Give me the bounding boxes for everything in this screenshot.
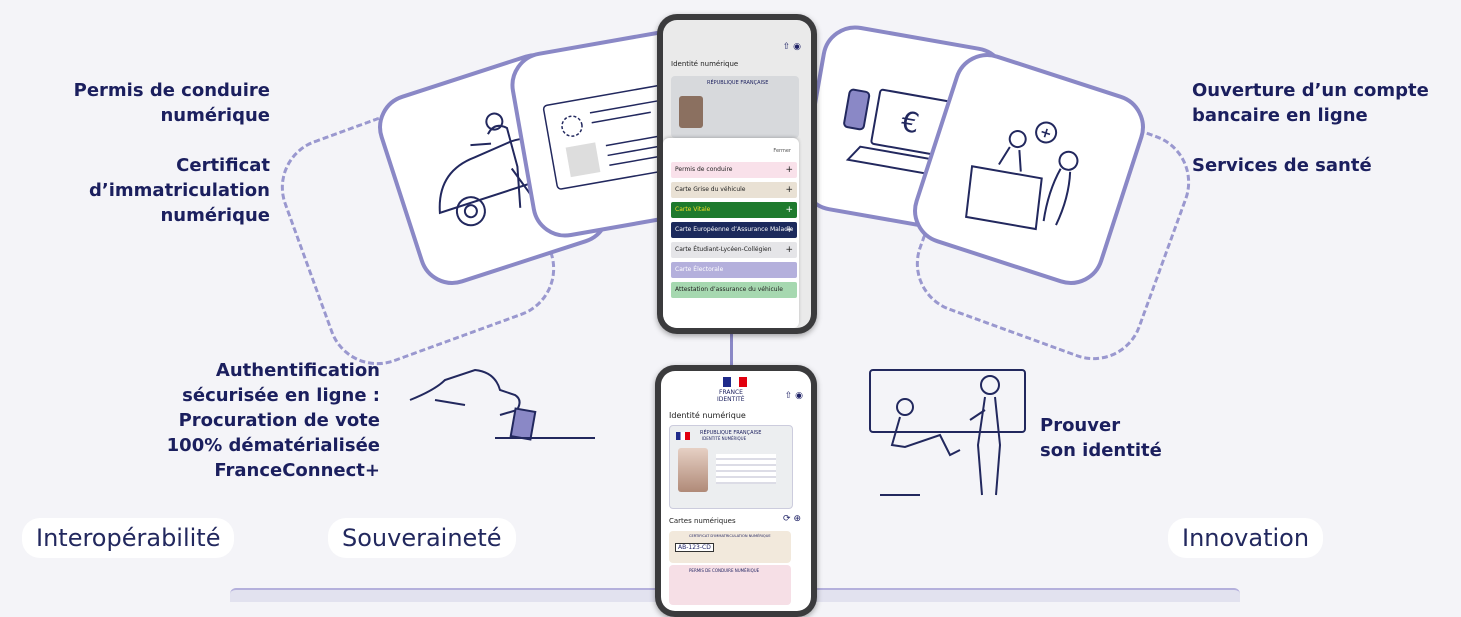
add-icon[interactable]: + xyxy=(785,162,793,178)
add-icon[interactable]: + xyxy=(785,242,793,258)
item-label: Permis de conduire xyxy=(675,166,733,173)
label-authentification: Authentification sécurisée en ligne : Pr… xyxy=(140,358,380,483)
phone-bottom-screen: FRANCE IDENTITÉ ⇧ ◉ Identité numérique R… xyxy=(661,371,811,611)
refresh-icon[interactable]: ⟳ ⊕ xyxy=(783,514,801,524)
bottom-phone-title: Identité numérique xyxy=(669,411,746,420)
add-icon[interactable]: + xyxy=(785,182,793,198)
wallet-panel: Fermer Permis de conduire + Carte Grise d… xyxy=(663,138,799,328)
auth-line-3: Procuration de vote xyxy=(178,410,380,431)
item-carte-vitale[interactable]: Carte Vitale + xyxy=(671,202,797,218)
item-assurance[interactable]: Attestation d’assurance du véhicule xyxy=(671,282,797,298)
card-permis-label: PERMIS DE CONDUIRE NUMÉRIQUE xyxy=(689,568,760,573)
item-label: Carte Électorale xyxy=(675,266,724,273)
settings-icon[interactable]: ⇧ ◉ xyxy=(785,391,803,401)
ouverture-line-1: Ouverture d’un compte xyxy=(1192,80,1429,101)
top-phone-title: Identité numérique xyxy=(671,60,739,68)
id-photo xyxy=(678,448,708,492)
item-ceam[interactable]: Carte Européenne d’Assurance Maladie + xyxy=(671,222,797,238)
ouverture-line-2: bancaire en ligne xyxy=(1192,105,1368,126)
id-lines xyxy=(716,454,776,484)
brand-line-1: FRANCE xyxy=(719,389,743,396)
identity-check-icon xyxy=(869,369,1026,496)
item-label: Carte Vitale xyxy=(675,206,711,213)
auth-line-4: 100% dématérialisée xyxy=(166,435,380,456)
phone-top-screen: ⇧ ◉ Identité numérique RÉPUBLIQUE FRANÇA… xyxy=(663,20,811,328)
id-header-2: IDENTITÉ NUMÉRIQUE xyxy=(702,436,747,441)
pill-innovation: Innovation xyxy=(1168,518,1324,558)
vote-hand-icon xyxy=(409,368,595,441)
item-electorale[interactable]: Carte Électorale xyxy=(671,262,797,278)
bottom-id-card[interactable]: RÉPUBLIQUE FRANÇAISE IDENTITÉ NUMÉRIQUE xyxy=(669,425,793,509)
plate-number: AB-123-CD xyxy=(675,543,714,552)
certificat-line-3: numérique xyxy=(160,205,270,226)
panel-close[interactable]: Fermer xyxy=(773,148,791,154)
label-permis: Permis de conduire numérique xyxy=(40,78,270,128)
add-icon[interactable]: + xyxy=(785,202,793,218)
id-header: RÉPUBLIQUE FRANÇAISE xyxy=(707,80,769,86)
share-icon[interactable]: ⇧ ◉ xyxy=(783,42,801,52)
item-label: Carte Européenne d’Assurance Maladie xyxy=(675,226,794,233)
certificat-line-1: Certificat xyxy=(176,155,270,176)
euro-glyph: € xyxy=(898,105,921,141)
certificat-line-2: d’immatriculation xyxy=(89,180,270,201)
auth-line-2: sécurisée en ligne : xyxy=(182,385,380,406)
permis-line-1: Permis de conduire xyxy=(73,80,270,101)
cards-title: Cartes numériques xyxy=(669,517,736,525)
add-icon[interactable]: + xyxy=(785,222,793,238)
prouver-line-2: son identité xyxy=(1040,440,1162,461)
label-ouverture: Ouverture d’un compte bancaire en ligne xyxy=(1192,78,1452,128)
auth-line-5: FranceConnect+ xyxy=(214,460,380,481)
item-permis[interactable]: Permis de conduire + xyxy=(671,162,797,178)
flag-icon xyxy=(676,432,690,440)
prouver-line-1: Prouver xyxy=(1040,415,1121,436)
top-id-card: RÉPUBLIQUE FRANÇAISE xyxy=(671,76,799,138)
item-etudiant[interactable]: Carte Étudiant-Lycéen-Collégien + xyxy=(671,242,797,258)
card-permis-numerique[interactable]: PERMIS DE CONDUIRE NUMÉRIQUE xyxy=(669,565,791,605)
item-label: Attestation d’assurance du véhicule xyxy=(675,286,783,293)
phone-bottom: FRANCE IDENTITÉ ⇧ ◉ Identité numérique R… xyxy=(655,365,817,617)
brand-line-2: IDENTITÉ xyxy=(717,396,745,403)
id-photo xyxy=(679,96,703,128)
phone-top: ⇧ ◉ Identité numérique RÉPUBLIQUE FRANÇA… xyxy=(657,14,817,334)
item-label: Carte Étudiant-Lycéen-Collégien xyxy=(675,246,772,253)
item-label: Carte Grise du véhicule xyxy=(675,186,746,193)
permis-line-2: numérique xyxy=(160,105,270,126)
pill-souverainete: Souveraineté xyxy=(328,518,516,558)
label-certificat: Certificat d’immatriculation numérique xyxy=(40,153,270,228)
label-sante: Services de santé xyxy=(1192,155,1372,176)
france-flag-icon xyxy=(723,377,747,387)
pill-interoperabilite: Interopérabilité xyxy=(22,518,235,558)
label-prouver: Prouver son identité xyxy=(1040,413,1200,463)
auth-line-1: Authentification xyxy=(215,360,380,381)
card-certificat-label: CERTIFICAT D'IMMATRICULATION NUMÉRIQUE xyxy=(689,534,771,538)
card-certificat-numerique[interactable]: CERTIFICAT D'IMMATRICULATION NUMÉRIQUE A… xyxy=(669,531,791,563)
item-carte-grise[interactable]: Carte Grise du véhicule + xyxy=(671,182,797,198)
